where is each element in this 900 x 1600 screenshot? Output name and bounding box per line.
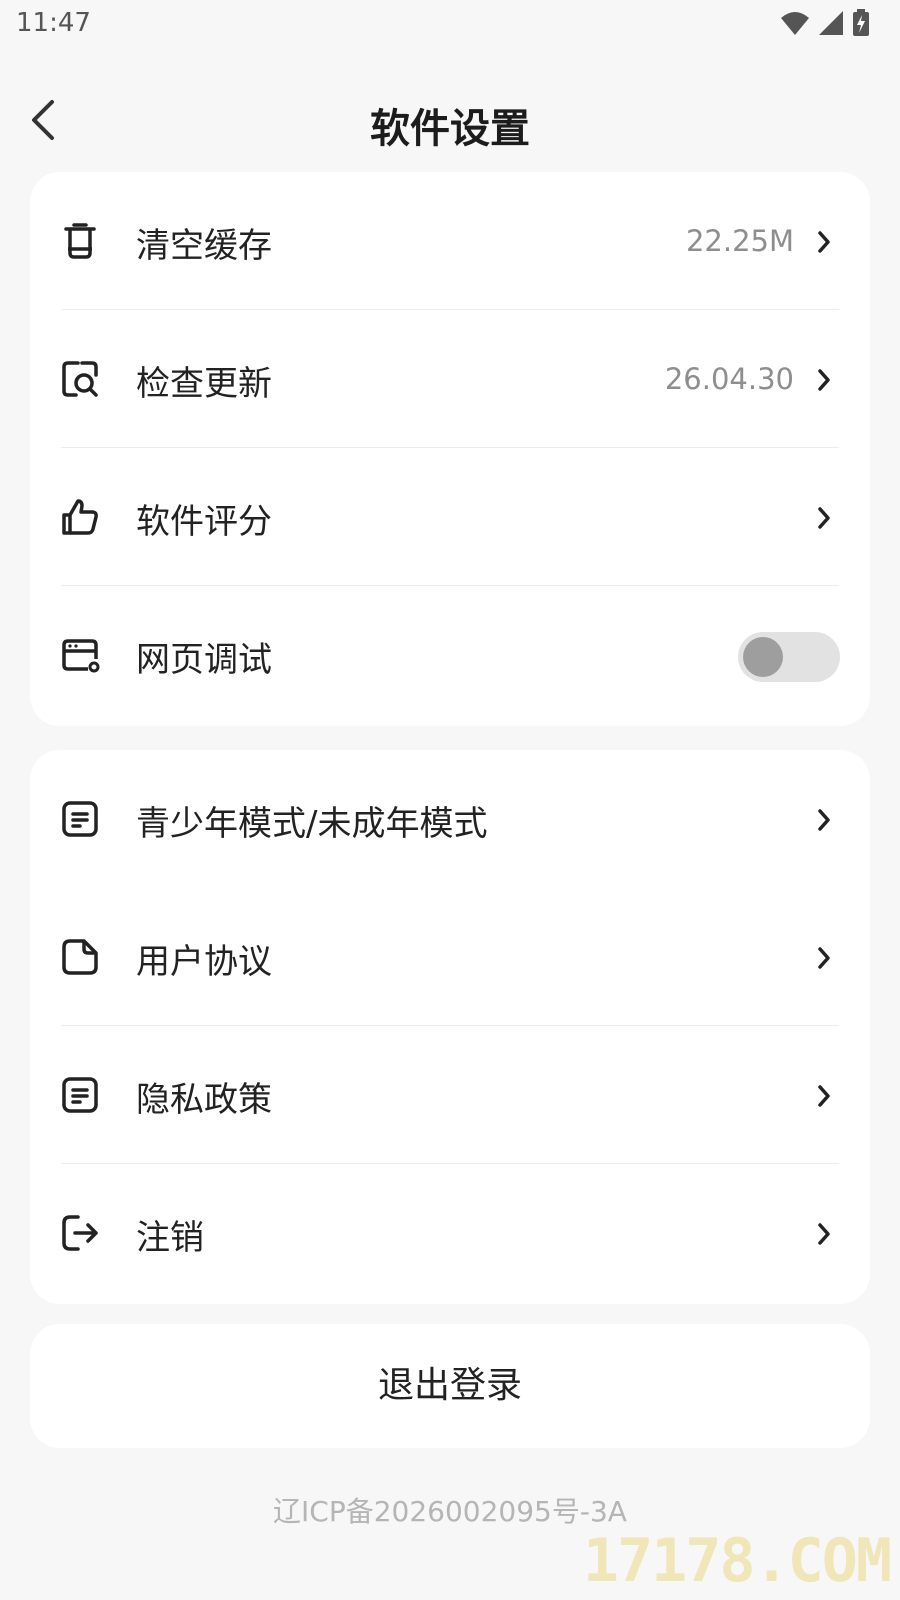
- web-debug-toggle[interactable]: [738, 632, 840, 682]
- browser-debug-icon: [62, 639, 100, 673]
- clear-cache-row[interactable]: 清空缓存 22.25M: [30, 172, 870, 310]
- watermark-logo: 17178.COM: [582, 1526, 892, 1596]
- watermark-text: 17178.COM: [582, 1526, 892, 1596]
- status-bar: 11:47: [0, 0, 900, 50]
- document-icon: [62, 801, 98, 837]
- icp-license-text: 辽ICP备2026002095号-3A: [273, 1495, 627, 1528]
- privacy-policy-label: 隐私政策: [136, 1080, 272, 1120]
- chevron-right-icon: [818, 231, 830, 253]
- search-update-icon: [62, 361, 98, 397]
- battery-icon: [853, 9, 869, 36]
- check-update-row[interactable]: 检查更新 26.04.30: [30, 310, 870, 448]
- file-icon: [62, 939, 98, 975]
- cellular-signal-icon: [819, 11, 843, 35]
- logout-icon: [62, 1215, 98, 1251]
- check-update-label: 检查更新: [136, 364, 272, 404]
- user-agreement-row[interactable]: 用户协议: [30, 888, 870, 1026]
- status-time: 11:47: [16, 8, 91, 38]
- toggle-knob: [743, 637, 783, 677]
- thumbs-up-icon: [62, 499, 98, 535]
- header: 软件设置: [0, 80, 900, 160]
- chevron-right-icon: [818, 947, 830, 969]
- settings-card-general: 清空缓存 22.25M 检查更新 26.04.30 软件评分 网页调试: [30, 172, 870, 726]
- settings-page: 11:47 软件设置 清空缓存 22.25M 检查更新 26.04.30 软件评…: [0, 0, 900, 1600]
- settings-card-legal: 青少年模式/未成年模式 用户协议 隐私政策 注销: [30, 750, 870, 1304]
- privacy-policy-row[interactable]: 隐私政策: [30, 1026, 870, 1164]
- rate-app-row[interactable]: 软件评分: [30, 448, 870, 586]
- logout-card: 退出登录: [30, 1324, 870, 1448]
- cache-size-value: 22.25M: [685, 224, 794, 258]
- deactivate-account-row[interactable]: 注销: [30, 1164, 870, 1302]
- chevron-right-icon: [818, 809, 830, 831]
- chevron-right-icon: [818, 507, 830, 529]
- youth-mode-row[interactable]: 青少年模式/未成年模式: [30, 750, 870, 888]
- chevron-right-icon: [818, 1085, 830, 1107]
- page-title: 软件设置: [370, 106, 530, 152]
- document-icon: [62, 1077, 98, 1113]
- wifi-icon: [781, 12, 809, 35]
- web-debug-label: 网页调试: [136, 640, 272, 680]
- clear-cache-label: 清空缓存: [136, 226, 272, 266]
- status-icons: [780, 9, 870, 37]
- user-agreement-label: 用户协议: [136, 942, 272, 982]
- youth-mode-label: 青少年模式/未成年模式: [136, 804, 488, 844]
- deactivate-account-label: 注销: [136, 1218, 204, 1258]
- rate-app-label: 软件评分: [136, 502, 272, 542]
- version-value: 26.04.30: [664, 362, 794, 396]
- chevron-right-icon: [818, 369, 830, 391]
- trash-icon: [64, 223, 96, 259]
- logout-button[interactable]: 退出登录: [30, 1324, 870, 1448]
- chevron-right-icon: [818, 1223, 830, 1245]
- web-debug-row: 网页调试: [30, 586, 870, 724]
